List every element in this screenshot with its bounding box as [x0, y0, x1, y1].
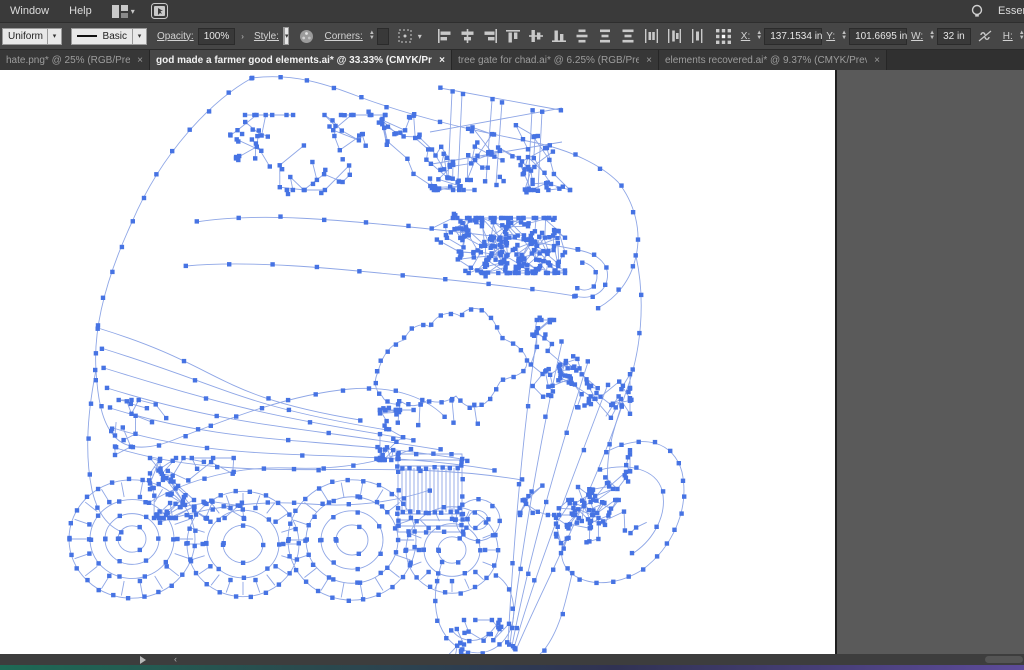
style-label[interactable]: Style: [254, 31, 279, 42]
document-tab[interactable]: elements recovered.ai* @ 9.37% (CMYK/Pre… [659, 50, 887, 70]
menu-help[interactable]: Help [59, 0, 102, 22]
discover-lightbulb-icon[interactable] [970, 4, 984, 19]
arrange-documents-icon[interactable] [112, 5, 128, 18]
document-canvas[interactable] [0, 70, 837, 654]
distribute-bottom-icon[interactable] [619, 26, 638, 46]
align-right-icon[interactable] [481, 26, 500, 46]
select-similar-icon[interactable] [398, 28, 415, 44]
y-label[interactable]: Y: [826, 31, 835, 42]
menu-window[interactable]: Window [0, 0, 59, 22]
tab-close-icon[interactable]: × [439, 55, 445, 66]
artwork-paths [69, 77, 684, 654]
control-bar: Uniform ▾ Basic ▾ Opacity: 100% › Style:… [0, 22, 1024, 50]
panel-dock-empty [839, 70, 1024, 654]
status-scroll-bar: ‹ [0, 654, 1024, 665]
align-controls [435, 26, 707, 46]
reference-point-icon[interactable] [715, 28, 732, 45]
scroll-left-icon[interactable]: ‹ [174, 654, 177, 665]
w-stepper[interactable]: ▲▼ [929, 31, 935, 41]
tab-label: tree gate for chad.ai* @ 6.25% (RGB/Prev… [458, 55, 639, 66]
document-tab[interactable]: hate.png* @ 25% (RGB/Preview) × [0, 50, 150, 70]
brush-chevron-icon[interactable]: ▾ [133, 28, 147, 45]
distribute-space-h-icon[interactable] [665, 26, 684, 46]
corners-field[interactable] [377, 28, 389, 45]
width-profile-select[interactable]: Uniform [2, 28, 48, 45]
distribute-top-icon[interactable] [573, 26, 592, 46]
anchor-points[interactable] [67, 75, 686, 654]
opacity-field[interactable]: 100% [198, 28, 236, 45]
tab-label: elements recovered.ai* @ 9.37% (CMYK/Pre… [665, 55, 867, 66]
w-field[interactable]: 32 in [937, 28, 971, 45]
brush-definition-select[interactable]: Basic [71, 28, 133, 45]
recolor-artwork-icon[interactable] [299, 29, 314, 44]
x-field[interactable]: 137.1534 in [764, 28, 822, 45]
document-tab[interactable]: tree gate for chad.ai* @ 6.25% (RGB/Prev… [452, 50, 659, 70]
stroke-preview [77, 35, 97, 37]
distribute-space-icon[interactable] [688, 26, 707, 46]
artwork-selection[interactable] [0, 70, 837, 654]
tab-close-icon[interactable]: × [137, 55, 143, 66]
tab-label: hate.png* @ 25% (RGB/Preview) [6, 55, 130, 66]
opacity-menu-arrow-icon[interactable]: › [241, 32, 244, 41]
y-field[interactable]: 101.6695 in [849, 28, 907, 45]
work-area [0, 70, 1024, 654]
style-chevron-icon[interactable]: ▾ [285, 27, 290, 45]
tab-close-icon[interactable]: × [874, 55, 880, 66]
workspace-switcher[interactable]: Essen [984, 5, 1024, 17]
x-label[interactable]: X: [741, 31, 750, 42]
h-label[interactable]: H: [1003, 31, 1013, 42]
x-stepper[interactable]: ▲▼ [756, 31, 762, 41]
corners-stepper[interactable]: ▲▼ [369, 31, 375, 41]
corners-label[interactable]: Corners: [324, 31, 362, 42]
align-top-icon[interactable] [504, 26, 523, 46]
distribute-space-v-icon[interactable] [642, 26, 661, 46]
align-v-center-icon[interactable] [527, 26, 546, 46]
taskbar-edge-strip [0, 665, 1024, 670]
align-left-icon[interactable] [435, 26, 454, 46]
align-bottom-icon[interactable] [550, 26, 569, 46]
scrollbar-thumb[interactable] [985, 656, 1023, 663]
opacity-label[interactable]: Opacity: [157, 31, 194, 42]
document-tab[interactable]: god made a farmer good elements.ai* @ 33… [150, 50, 452, 70]
w-label[interactable]: W: [911, 31, 923, 42]
constrain-proportions-off-icon[interactable] [977, 29, 993, 43]
width-profile-chevron-icon[interactable]: ▾ [48, 28, 62, 45]
play-icon[interactable] [140, 656, 146, 664]
tab-label: god made a farmer good elements.ai* @ 33… [156, 55, 432, 66]
distribute-v-center-icon[interactable] [596, 26, 615, 46]
document-tab-bar: hate.png* @ 25% (RGB/Preview) × god made a… [0, 50, 1024, 70]
menu-bar: Window Help ▾ Essen [0, 0, 1024, 22]
y-stepper[interactable]: ▲▼ [841, 31, 847, 41]
select-similar-chevron-icon[interactable]: ▾ [418, 32, 422, 41]
chevron-down-icon[interactable]: ▾ [131, 7, 135, 16]
align-h-center-icon[interactable] [458, 26, 477, 46]
tab-close-icon[interactable]: × [646, 55, 652, 66]
share-screen-icon[interactable] [151, 3, 168, 19]
h-stepper[interactable]: ▲▼ [1019, 31, 1024, 41]
